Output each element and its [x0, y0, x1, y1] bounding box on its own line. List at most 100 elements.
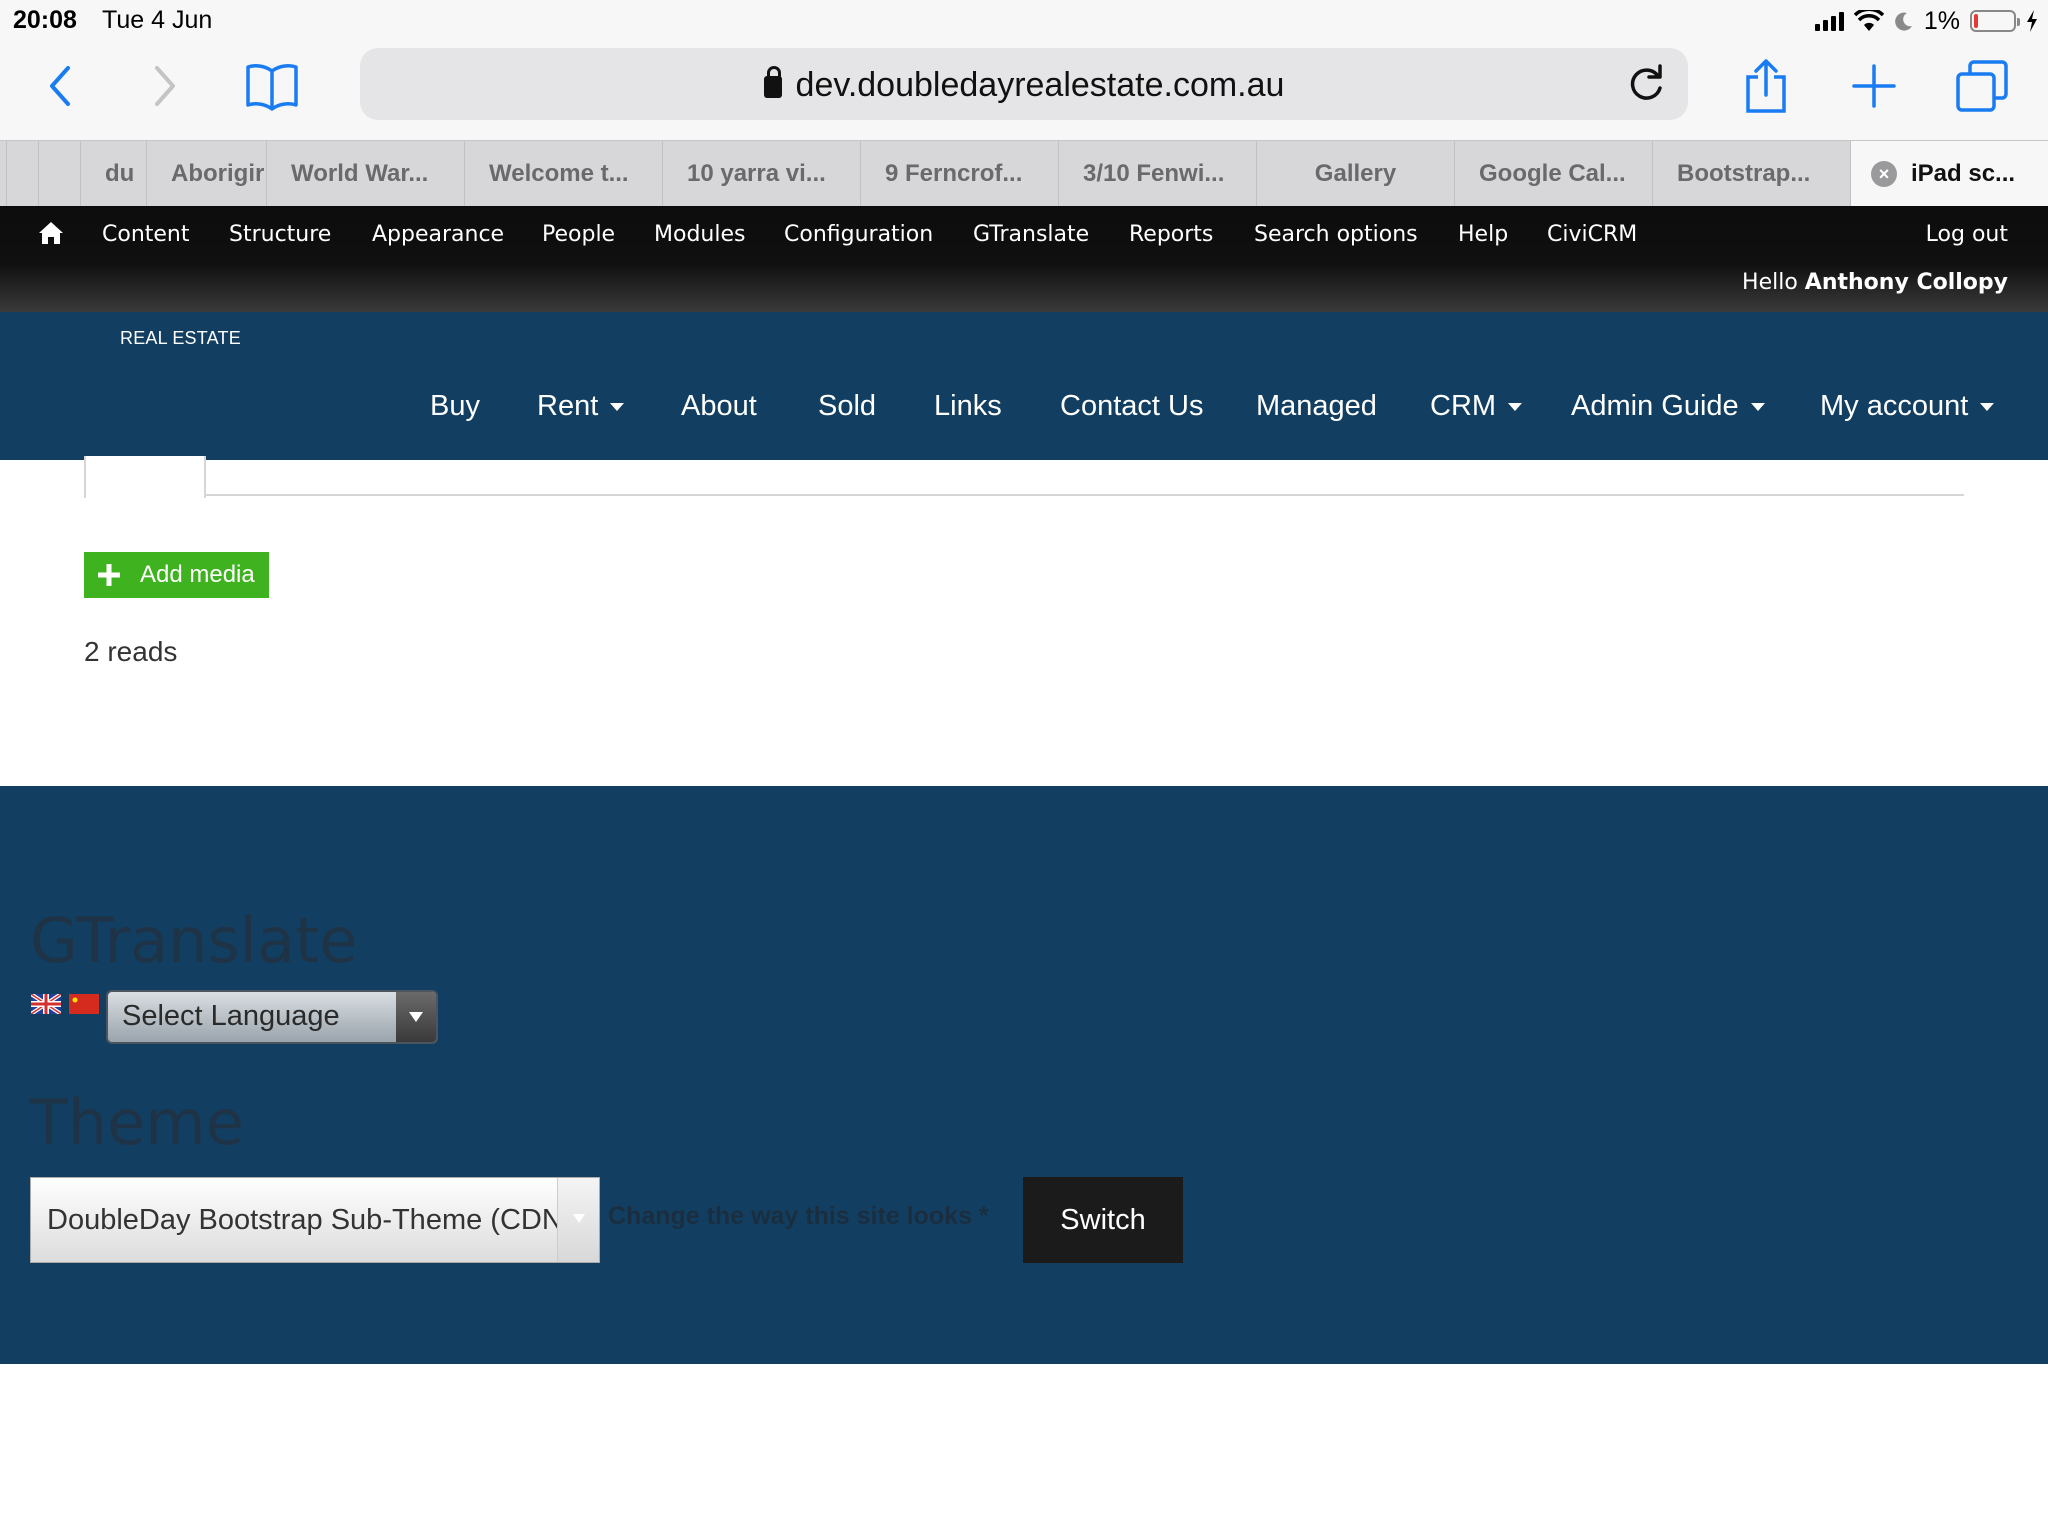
status-bar: 20:08 Tue 4 Jun 1% — [0, 0, 2048, 42]
tab-pinned-2[interactable] — [38, 141, 80, 207]
tab-world-war[interactable]: World War... — [266, 141, 464, 207]
tab-welcome[interactable]: Welcome t... — [464, 141, 662, 207]
nav-label: Admin Guide — [1571, 390, 1739, 422]
language-select[interactable]: Select Language — [106, 990, 438, 1044]
nav-label: Buy — [430, 390, 480, 422]
admin-item-structure[interactable]: Structure — [229, 222, 331, 247]
status-right: 1% — [1814, 6, 2038, 36]
nav-label: Sold — [818, 390, 877, 422]
reload-icon[interactable] — [1624, 62, 1668, 106]
add-media-button[interactable]: Add media — [84, 552, 269, 598]
reads-count: 2 reads — [84, 636, 178, 667]
admin-item-civicrm[interactable]: CiviCRM — [1547, 222, 1637, 247]
admin-item-modules[interactable]: Modules — [654, 222, 745, 247]
nav-my-account[interactable]: My account — [1820, 390, 1995, 423]
tab-3-10-fenwick[interactable]: 3/10 Fenwi... — [1058, 141, 1256, 207]
uk-flag-icon[interactable] — [31, 994, 61, 1014]
tab-label: Welcome t... — [489, 160, 629, 187]
tab-10-yarra[interactable]: 10 yarra vi... — [662, 141, 860, 207]
nav-label: Rent — [537, 390, 599, 422]
nav-sold[interactable]: Sold — [818, 390, 876, 423]
site-header: REAL ESTATE Buy Rent About Sold Links Co… — [0, 312, 2048, 460]
cellular-signal-icon — [1814, 11, 1844, 31]
tab-label: iPad sc... — [1911, 160, 2016, 187]
caret-down-icon — [610, 402, 625, 411]
admin-item-configuration[interactable]: Configuration — [784, 222, 933, 247]
share-button[interactable] — [1736, 56, 1796, 116]
admin-toolbar: Content Structure Appearance People Modu… — [0, 206, 2048, 312]
admin-item-gtranslate[interactable]: GTranslate — [973, 222, 1089, 247]
nav-rent[interactable]: Rent — [537, 390, 625, 423]
china-flag-icon[interactable] — [69, 994, 99, 1014]
tab-gallery[interactable]: Gallery — [1256, 141, 1454, 207]
logo-subtitle[interactable]: REAL ESTATE — [120, 328, 241, 349]
site-footer: GTranslate Select Language Theme DoubleD… — [0, 786, 2048, 1364]
user-name[interactable]: Anthony Collopy — [1805, 270, 2008, 295]
admin-item-reports[interactable]: Reports — [1129, 222, 1213, 247]
theme-select[interactable]: DoubleDay Bootstrap Sub-Theme (CDN) — [30, 1177, 600, 1263]
bookmarks-button[interactable] — [240, 56, 304, 116]
nav-admin-guide[interactable]: Admin Guide — [1571, 390, 1765, 423]
tab-aborigir[interactable]: Aborigir — [146, 141, 266, 207]
local-tab-active[interactable] — [84, 456, 206, 498]
back-button[interactable] — [30, 56, 90, 116]
admin-item-help[interactable]: Help — [1458, 222, 1508, 247]
admin-item-content[interactable]: Content — [102, 222, 190, 247]
close-tab-icon[interactable]: × — [1871, 161, 1897, 187]
local-tabs — [84, 456, 1964, 498]
tab-label: Google Cal... — [1479, 160, 1626, 187]
tab-google-calendar[interactable]: Google Cal... — [1454, 141, 1652, 207]
nav-label: Contact Us — [1060, 390, 1204, 422]
battery-icon — [1970, 10, 2020, 32]
theme-select-value: DoubleDay Bootstrap Sub-Theme (CDN) — [47, 1204, 573, 1236]
tab-9-ferncroft[interactable]: 9 Ferncrof... — [860, 141, 1058, 207]
caret-down-icon — [1750, 402, 1765, 411]
caret-down-icon — [1508, 402, 1523, 411]
tab-label: Bootstrap... — [1677, 160, 1811, 187]
browser-toolbar: dev.doubledayrealestate.com.au — [0, 42, 2048, 140]
nav-buy[interactable]: Buy — [430, 390, 480, 423]
chevron-left-icon — [50, 66, 70, 106]
status-date: Tue 4 Jun — [102, 6, 213, 34]
forward-button[interactable] — [135, 56, 195, 116]
wifi-icon — [1853, 10, 1884, 31]
nav-links[interactable]: Links — [934, 390, 1002, 423]
tabs-icon — [1956, 60, 2008, 112]
tab-label: World War... — [291, 160, 429, 187]
tabs-overview-button[interactable] — [1952, 56, 2012, 116]
admin-item-people[interactable]: People — [542, 222, 615, 247]
plus-icon — [1852, 64, 1896, 108]
nav-about[interactable]: About — [681, 390, 757, 423]
switch-button[interactable]: Switch — [1023, 1177, 1183, 1263]
tab-ipad-active[interactable]: × iPad sc... — [1850, 141, 2048, 207]
home-icon[interactable] — [38, 220, 64, 246]
gtranslate-title: GTranslate — [30, 904, 358, 977]
url-text: dev.doubledayrealestate.com.au — [795, 66, 1285, 104]
address-bar[interactable]: dev.doubledayrealestate.com.au — [360, 48, 1688, 120]
nav-label: Managed — [1256, 390, 1377, 422]
admin-item-appearance[interactable]: Appearance — [372, 222, 504, 247]
nav-crm[interactable]: CRM — [1430, 390, 1523, 423]
theme-title: Theme — [30, 1086, 244, 1159]
nav-managed[interactable]: Managed — [1256, 390, 1377, 423]
moon-icon — [1895, 12, 1912, 31]
theme-hint: Change the way this site looks * — [608, 1202, 989, 1230]
admin-item-search-options[interactable]: Search options — [1254, 222, 1418, 247]
tab-pinned-1[interactable] — [6, 141, 38, 207]
new-tab-button[interactable] — [1844, 56, 1904, 116]
logout-link[interactable]: Log out — [1926, 222, 2008, 247]
dropdown-arrow-icon — [396, 992, 436, 1042]
tab-label: 3/10 Fenwi... — [1083, 160, 1225, 187]
tab-label: 10 yarra vi... — [687, 160, 826, 187]
tab-bootstrap[interactable]: Bootstrap... — [1652, 141, 1850, 207]
tab-strip: du Aborigir World War... Welcome t... 10… — [0, 140, 2048, 207]
chevron-right-icon — [155, 66, 175, 106]
charging-bolt-icon — [2027, 10, 2037, 32]
hello-user: Hello Anthony Collopy — [1742, 270, 2008, 295]
nav-label: CRM — [1430, 390, 1497, 422]
add-media-label: Add media — [140, 561, 255, 588]
tab-du[interactable]: du — [80, 141, 146, 207]
lock-icon — [763, 66, 782, 98]
dropdown-arrow-icon — [557, 1178, 599, 1262]
nav-contact-us[interactable]: Contact Us — [1060, 390, 1203, 423]
